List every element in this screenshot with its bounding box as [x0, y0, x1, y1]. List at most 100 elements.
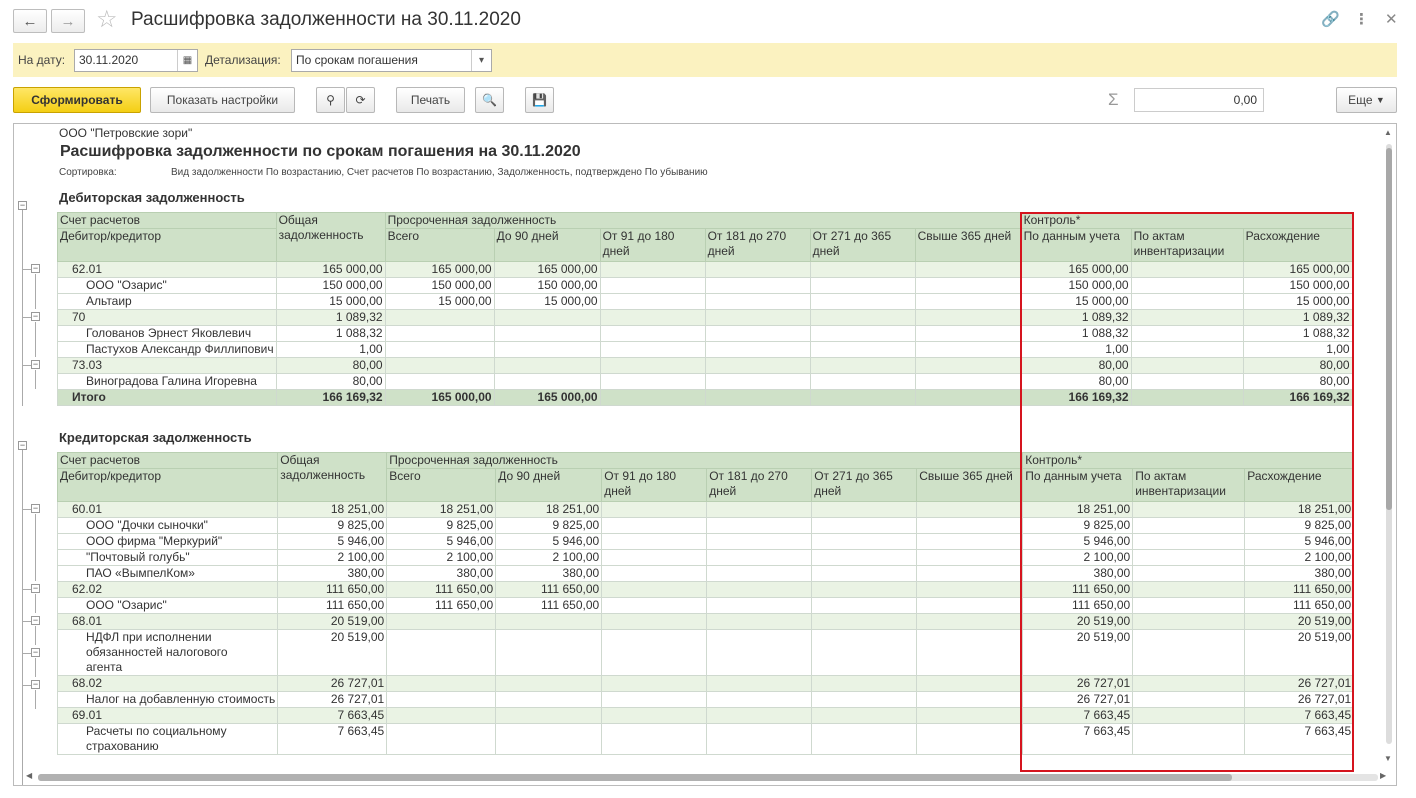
more-button[interactable]: Еще ▼ [1336, 87, 1397, 113]
tree-line [35, 274, 36, 309]
collapse-group-icon[interactable]: − [31, 584, 40, 593]
scroll-right-icon[interactable]: ▶ [1380, 771, 1386, 780]
cell-value: 165 000,00 [493, 261, 601, 278]
cell-value [811, 533, 918, 550]
sum-field: 0,00 [1134, 88, 1264, 112]
print-button[interactable]: Печать [396, 87, 465, 113]
cell-value [704, 341, 811, 358]
control-highlight-frame [1020, 212, 1354, 772]
collapse-debit-icon[interactable]: − [18, 201, 27, 210]
tree-branch-line [22, 509, 31, 510]
cell-value [601, 613, 708, 630]
close-icon[interactable]: ✕ [1385, 10, 1398, 28]
cell-value: 2 100,00 [277, 549, 388, 566]
cell-value [809, 341, 916, 358]
horizontal-scrollbar-thumb[interactable] [38, 774, 1232, 781]
organization-name: ООО "Петровские зори" [59, 126, 193, 140]
cell-value [916, 581, 1024, 598]
save-button[interactable]: 💾 [525, 87, 554, 113]
collapse-group-icon[interactable]: − [31, 360, 40, 369]
header-181-270: От 181 до 270 дней [706, 468, 813, 502]
cell-value: 9 825,00 [386, 517, 497, 534]
generate-button[interactable]: Сформировать [13, 87, 141, 113]
cell-value [811, 691, 918, 708]
collapse-group-icon[interactable]: − [31, 264, 40, 273]
link-icon[interactable]: 🔗 [1321, 10, 1340, 28]
cell-value: 18 251,00 [277, 501, 388, 518]
header-counterparty: Дебитор/кредитор [56, 468, 279, 502]
cell-value: 5 946,00 [495, 533, 603, 550]
cell-value [599, 341, 706, 358]
row-name: 68.02 [56, 675, 279, 692]
cell-value [706, 691, 813, 708]
cell-value [495, 691, 603, 708]
cell-value [384, 373, 495, 390]
collapse-group-icon[interactable]: − [31, 648, 40, 657]
favorite-star-icon[interactable]: ☆ [96, 6, 118, 34]
cell-value: 111 650,00 [495, 581, 603, 598]
back-button[interactable]: ← [13, 9, 47, 33]
cell-value: 20 519,00 [277, 613, 388, 630]
scroll-down-icon[interactable]: ▼ [1384, 754, 1392, 763]
cell-value [916, 675, 1024, 692]
cell-value: 165 000,00 [384, 389, 495, 406]
forward-button[interactable]: → [51, 9, 85, 33]
row-name: ПАО «ВымпелКом» [56, 565, 279, 582]
cell-value [495, 675, 603, 692]
cell-value [493, 357, 601, 374]
cell-value [704, 309, 811, 326]
more-vertical-icon[interactable]: ⋮ [1354, 10, 1369, 28]
cell-value [599, 357, 706, 374]
preview-button[interactable]: 🔍 [475, 87, 504, 113]
detail-select[interactable]: По срокам погашения ▾ [291, 49, 492, 72]
collapse-credit-icon[interactable]: − [18, 441, 27, 450]
credit-section-title: Кредиторская задолженность [59, 430, 252, 445]
header-181-270: От 181 до 270 дней [704, 228, 811, 262]
row-name: 62.01 [57, 261, 277, 278]
show-settings-button[interactable]: Показать настройки [150, 87, 295, 113]
cell-value [809, 277, 916, 294]
row-name: Расчеты по социальному страхованию [56, 723, 279, 755]
cell-value [384, 309, 495, 326]
title-bar: ← → ☆ Расшифровка задолженности на 30.11… [0, 0, 1416, 42]
cell-value [601, 581, 708, 598]
parameters-bar: На дату: 30.11.2020 ▦ Детализация: По ср… [13, 43, 1397, 77]
collapse-group-icon[interactable]: − [31, 312, 40, 321]
report-area[interactable]: ООО "Петровские зори" Расшифровка задолж… [13, 123, 1397, 786]
row-name: 70 [57, 309, 277, 326]
row-name: Итого [57, 389, 277, 406]
cell-value: 9 825,00 [277, 517, 388, 534]
vertical-scrollbar-thumb[interactable] [1386, 148, 1392, 510]
collapse-group-icon[interactable]: − [31, 616, 40, 625]
row-name: Пастухов Александр Филлипович [57, 341, 277, 358]
scroll-up-icon[interactable]: ▲ [1384, 128, 1392, 137]
collapse-group-icon[interactable]: − [31, 680, 40, 689]
chevron-down-icon: ▼ [1375, 95, 1385, 105]
header-to90: До 90 дней [493, 228, 601, 262]
cell-value [386, 675, 497, 692]
cell-value: 150 000,00 [275, 277, 386, 294]
scroll-left-icon[interactable]: ◀ [26, 771, 32, 780]
calendar-icon[interactable]: ▦ [177, 50, 197, 71]
cell-value: 111 650,00 [277, 597, 388, 614]
cell-value [599, 293, 706, 310]
header-over365: Свыше 365 дней [914, 228, 1022, 262]
cell-value: 7 663,45 [277, 723, 388, 755]
arrow-left-icon: ← [22, 12, 38, 30]
print-preview-icon: 🔍 [482, 93, 497, 107]
header-to90: До 90 дней [495, 468, 603, 502]
search-settings-button[interactable]: ⟳ [346, 87, 375, 113]
cell-value [811, 613, 918, 630]
header-overdue: Просроченная задолженность [386, 452, 1024, 469]
cell-value [706, 549, 813, 566]
search-button[interactable]: ⚲ [316, 87, 345, 113]
cell-value [916, 707, 1024, 724]
date-input[interactable]: 30.11.2020 ▦ [74, 49, 198, 72]
cell-value [704, 357, 811, 374]
tree-line [35, 594, 36, 613]
dropdown-arrow-icon[interactable]: ▾ [471, 50, 491, 71]
cell-value [601, 565, 708, 582]
cell-value [914, 261, 1022, 278]
collapse-group-icon[interactable]: − [31, 504, 40, 513]
cell-value: 380,00 [277, 565, 388, 582]
